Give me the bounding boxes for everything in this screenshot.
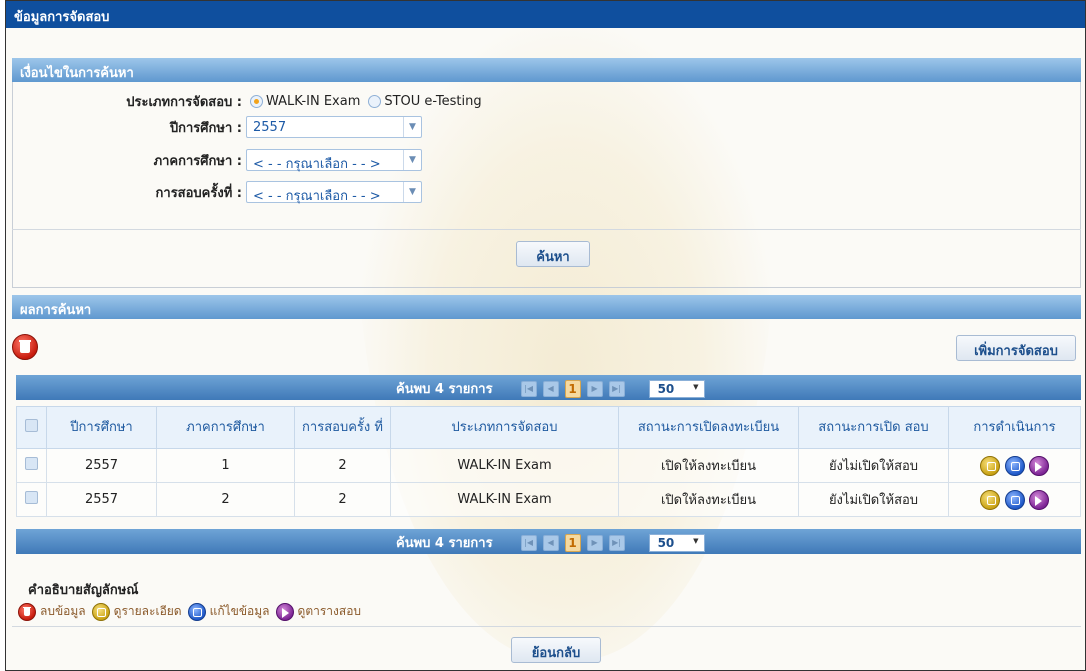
prev-page-icon[interactable]: ◀ [542, 534, 559, 551]
legend-item-schedule: ดูตารางสอบ [275, 602, 362, 621]
round-select[interactable]: < - - กรุณาเลือก - - > ▼ [246, 181, 422, 204]
cell-actions [948, 482, 1081, 517]
legend-title: คำอธิบายสัญลักษณ์ [28, 583, 139, 598]
row-select-cell [16, 448, 47, 483]
last-page-icon[interactable]: ▶| [608, 534, 625, 551]
select-all-checkbox[interactable] [25, 419, 38, 432]
cell-round: 2 [294, 482, 391, 517]
table-row: 2557 2 2 WALK-IN Exam เปิดให้ลงทะเบียน ย… [16, 482, 1081, 517]
last-page-icon[interactable]: ▶| [608, 380, 625, 397]
legend-item-view: ดูรายละเอียด [91, 602, 182, 621]
col-semester: ภาคการศึกษา [156, 406, 295, 449]
edit-icon [187, 602, 206, 621]
round-select-value: < - - กรุณาเลือก - - > [253, 189, 381, 204]
cell-exam-status: ยังไม่เปิดให้สอบ [798, 482, 949, 517]
cell-round: 2 [294, 448, 391, 483]
cell-year: 2557 [46, 482, 157, 517]
semester-label: ภาคการศึกษา : [153, 153, 242, 169]
exam-type-label: ประเภทการจัดสอบ : [126, 94, 242, 110]
chevron-down-icon: ▼ [403, 182, 421, 202]
pager-count-text: ค้นพบ 4 รายการ [396, 536, 493, 551]
cell-actions [948, 448, 1081, 483]
cell-semester: 1 [156, 448, 295, 483]
first-page-icon[interactable]: |◀ [520, 534, 537, 551]
chevron-down-icon: ▼ [403, 150, 421, 170]
page-title: ข้อมูลการจัดสอบ [6, 1, 1085, 28]
current-page[interactable]: 1 [564, 533, 581, 552]
back-button[interactable]: ย้อนกลับ [511, 637, 601, 663]
view-detail-icon [91, 602, 110, 621]
cell-semester: 2 [156, 482, 295, 517]
row-select-cell [16, 482, 47, 517]
pager-count-text: ค้นพบ 4 รายการ [396, 382, 493, 397]
page-size-select[interactable]: 50 [648, 379, 705, 398]
col-year: ปีการศึกษา [46, 406, 157, 449]
legend-label: แก้ไขข้อมูล [209, 604, 270, 618]
delete-icon [18, 602, 36, 621]
legend-label: ดูรายละเอียด [113, 604, 182, 618]
col-reg-status: สถานะการเปิดลงทะเบียน [618, 406, 799, 449]
edit-icon[interactable] [1004, 489, 1025, 510]
current-page[interactable]: 1 [564, 379, 581, 398]
cell-exam-type: WALK-IN Exam [390, 482, 619, 517]
legend: คำอธิบายสัญลักษณ์ ลบข้อมูล ดูรายละเอียด … [18, 579, 367, 621]
next-page-icon[interactable]: ▶ [586, 380, 603, 397]
semester-select-value: < - - กรุณาเลือก - - > [253, 157, 381, 172]
legend-label: ดูตารางสอบ [297, 604, 362, 618]
table-row: 2557 1 2 WALK-IN Exam เปิดให้ลงทะเบียน ย… [16, 448, 1081, 483]
edit-icon[interactable] [1004, 455, 1025, 476]
select-all-cell [16, 406, 47, 449]
legend-item-delete: ลบข้อมูล [18, 602, 86, 621]
e-testing-radio-label[interactable]: STOU e-Testing [384, 94, 481, 109]
results-table: ปีการศึกษา ภาคการศึกษา การสอบครั้ง ที่ ป… [16, 406, 1081, 517]
exam-type-row: ประเภทการจัดสอบ : WALK-IN Exam STOU e-Te… [56, 89, 481, 113]
year-row: ปีการศึกษา : 2557 ▼ [56, 115, 422, 139]
schedule-icon[interactable] [1028, 455, 1049, 476]
delete-selected-icon[interactable] [12, 334, 38, 360]
semester-select[interactable]: < - - กรุณาเลือก - - > ▼ [246, 149, 422, 172]
schedule-icon[interactable] [1028, 489, 1049, 510]
round-row: การสอบครั้งที่ : < - - กรุณาเลือก - - > … [56, 180, 422, 204]
col-exam-status: สถานะการเปิด สอบ [798, 406, 949, 449]
cell-exam-status: ยังไม่เปิดให้สอบ [798, 448, 949, 483]
next-page-icon[interactable]: ▶ [586, 534, 603, 551]
view-detail-icon[interactable] [980, 455, 1001, 476]
cell-year: 2557 [46, 448, 157, 483]
legend-item-edit: แก้ไขข้อมูล [187, 602, 270, 621]
walk-in-radio[interactable] [250, 94, 263, 108]
legend-items: ลบข้อมูล ดูรายละเอียด แก้ไขข้อมูล ดูตารา… [18, 602, 367, 621]
results-section-header: ผลการค้นหา [12, 295, 1081, 319]
year-label: ปีการศึกษา : [169, 120, 242, 136]
divider [12, 229, 1081, 230]
prev-page-icon[interactable]: ◀ [542, 380, 559, 397]
row-checkbox[interactable] [25, 491, 38, 504]
legend-label: ลบข้อมูล [40, 604, 86, 618]
table-header-row: ปีการศึกษา ภาคการศึกษา การสอบครั้ง ที่ ป… [16, 406, 1081, 449]
col-actions: การดำเนินการ [948, 406, 1081, 449]
year-select-value: 2557 [253, 120, 287, 135]
page-frame: ข้อมูลการจัดสอบ เงื่อนไขในการค้นหา ประเภ… [5, 0, 1086, 671]
round-label: การสอบครั้งที่ : [155, 185, 242, 201]
cell-exam-type: WALK-IN Exam [390, 448, 619, 483]
add-exam-button[interactable]: เพิ่มการจัดสอบ [956, 335, 1076, 361]
search-button[interactable]: ค้นหา [516, 241, 590, 267]
col-round: การสอบครั้ง ที่ [294, 406, 391, 449]
schedule-icon [275, 602, 294, 621]
page-size-select[interactable]: 50 [648, 533, 705, 552]
cell-reg-status: เปิดให้ลงทะเบียน [618, 448, 799, 483]
cell-reg-status: เปิดให้ลงทะเบียน [618, 482, 799, 517]
pager-bottom: ค้นพบ 4 รายการ |◀ ◀ 1 ▶ ▶| 50 [16, 529, 1081, 554]
year-select[interactable]: 2557 ▼ [246, 116, 422, 138]
pager-top: ค้นพบ 4 รายการ |◀ ◀ 1 ▶ ▶| 50 [16, 375, 1081, 400]
view-detail-icon[interactable] [980, 489, 1001, 510]
row-checkbox[interactable] [25, 457, 38, 470]
divider [12, 626, 1081, 627]
chevron-down-icon: ▼ [403, 117, 421, 137]
walk-in-radio-label[interactable]: WALK-IN Exam [266, 94, 360, 109]
first-page-icon[interactable]: |◀ [520, 380, 537, 397]
search-section-header: เงื่อนไขในการค้นหา [12, 58, 1081, 82]
semester-row: ภาคการศึกษา : < - - กรุณาเลือก - - > ▼ [56, 148, 422, 172]
e-testing-radio[interactable] [368, 94, 382, 108]
col-exam-type: ประเภทการจัดสอบ [390, 406, 619, 449]
